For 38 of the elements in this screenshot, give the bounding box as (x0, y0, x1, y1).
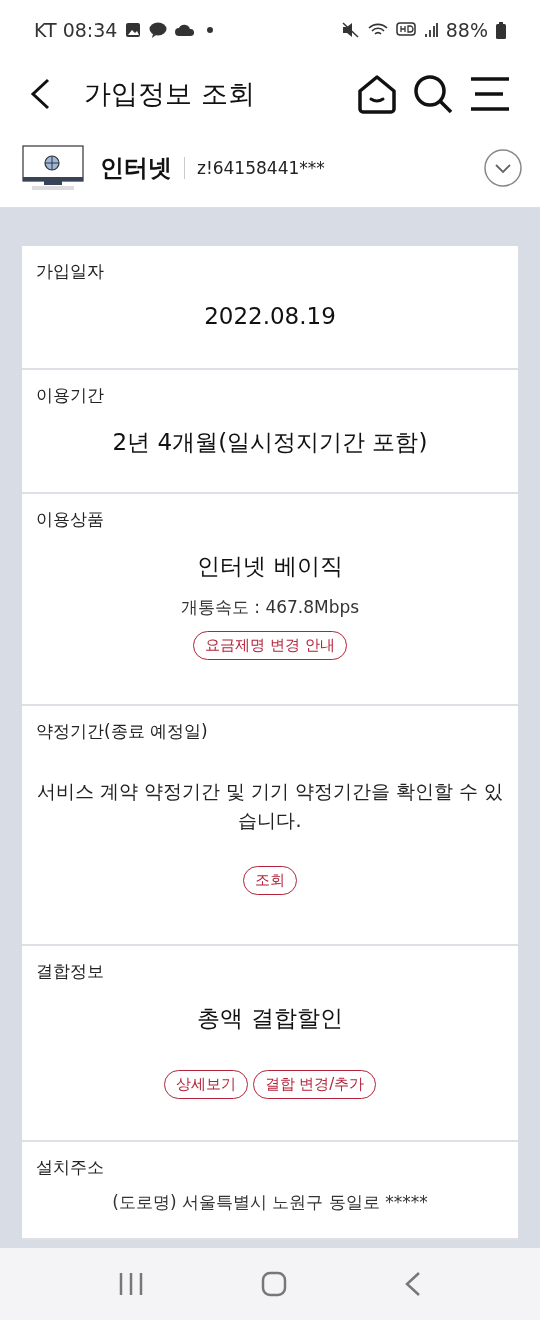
section-detail: (도로명) 서울특별시 노원구 동일로 ***** (112, 1191, 428, 1214)
action-button[interactable]: 요금제명 변경 안내 (193, 631, 347, 660)
section-value: 2022.08.19 (204, 303, 336, 329)
section-value: 인터넷 베이직 (197, 552, 343, 581)
section-value: 총액 결합할인 (197, 1004, 343, 1033)
section-label: 이용기간 (36, 384, 104, 407)
home-button[interactable] (356, 74, 398, 114)
status-time: KT 08:34 (34, 19, 118, 41)
section-value: 2년 4개월(일시정지기간 포함) (112, 428, 428, 457)
battery-percent: 88% (445, 19, 488, 41)
action-button[interactable]: 결합 변경/추가 (252, 1070, 377, 1099)
recent-apps-button[interactable] (118, 1272, 145, 1296)
monitor-icon (22, 144, 84, 191)
menu-button[interactable] (470, 76, 510, 112)
expand-button[interactable] (484, 148, 522, 187)
section-label: 이용상품 (36, 508, 104, 531)
back-button[interactable] (28, 77, 52, 111)
section-label: 약정기간(종료 예정일) (36, 720, 208, 743)
section-label: 결합정보 (36, 960, 104, 983)
section-detail: 개통속도 : 467.8Mbps (180, 596, 360, 619)
action-button[interactable]: 조회 (243, 865, 297, 895)
back-nav-button[interactable] (403, 1271, 422, 1297)
mute-icon (341, 22, 360, 38)
signal-icon (423, 22, 438, 38)
section-description: 서비스 계약 약정기간 및 기기 약정기간을 확인할 수 있습니다. (36, 779, 504, 834)
cloud-icon (175, 24, 196, 36)
section-label: 가입일자 (36, 260, 104, 283)
service-name: 인터넷 (100, 152, 172, 184)
action-button[interactable]: 상세보기 (163, 1070, 248, 1099)
page-title: 가입정보 조회 (84, 77, 256, 111)
section-label: 설치주소 (36, 1156, 104, 1179)
battery-icon (496, 21, 506, 39)
account-id: z!64158441*** (197, 157, 326, 178)
image-icon (125, 22, 142, 38)
search-button[interactable] (412, 73, 454, 115)
hd-icon (395, 22, 416, 38)
chat-icon (149, 22, 168, 38)
home-nav-button[interactable] (261, 1271, 287, 1297)
